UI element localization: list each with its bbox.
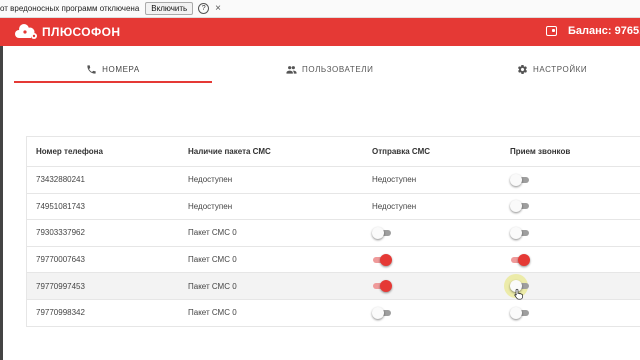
sms-status: Недоступен <box>372 201 417 211</box>
sms-toggle[interactable] <box>372 280 392 293</box>
tab-settings[interactable]: НАСТРОЙКИ <box>517 56 587 82</box>
column-header-sms-sending: Отправка СМС <box>372 147 431 156</box>
wallet-icon <box>546 26 557 36</box>
sms-toggle[interactable] <box>372 253 392 266</box>
hand-cursor-icon <box>514 288 523 300</box>
column-header-call-receiving: Прием звонков <box>510 147 571 156</box>
phone-number: 79770997453 <box>36 281 85 291</box>
tab-bar: НОМЕРА ПОЛЬЗОВАТЕЛИ НАСТРОЙКИ <box>14 56 640 83</box>
table-row: 79770997453 Пакет СМС 0 <box>27 273 640 300</box>
sms-package: Пакет СМС 0 <box>188 228 237 238</box>
table-row: 79303337962 Пакет СМС 0 <box>27 220 640 247</box>
phone-number: 79303337962 <box>36 228 85 238</box>
tab-settings-label: НАСТРОЙКИ <box>533 64 588 74</box>
app-header: ПЛЮСОФОН Баланс: 9765,5 <box>0 18 640 46</box>
balance-text: Баланс: 9765,5 <box>568 25 640 37</box>
sms-package: Недоступен <box>188 201 233 211</box>
sms-package: Недоступен <box>188 175 233 185</box>
logo[interactable]: ПЛЮСОФОН <box>14 23 120 41</box>
phone-number: 73432880241 <box>36 175 85 185</box>
table-row: 79770998342 Пакет СМС 0 <box>27 300 640 327</box>
sms-package: Пакет СМС 0 <box>188 255 237 265</box>
tab-numbers[interactable]: НОМЕРА <box>14 56 212 82</box>
sms-package: Пакет СМС 0 <box>188 281 237 291</box>
calls-toggle[interactable] <box>510 306 530 319</box>
calls-toggle[interactable] <box>510 253 530 266</box>
numbers-table: Номер телефона Наличие пакета СМС Отправ… <box>26 136 640 327</box>
phone-number: 79770007643 <box>36 255 85 265</box>
table-row: 79770007643 Пакет СМС 0 <box>27 247 640 274</box>
sms-package: Пакет СМС 0 <box>188 308 237 318</box>
window-edge <box>0 46 3 360</box>
security-notice-bar: от вредоносных программ отключена Включи… <box>0 0 640 18</box>
tab-users[interactable]: ПОЛЬЗОВАТЕЛИ <box>286 56 373 82</box>
people-icon <box>286 65 297 74</box>
phone-number: 79770998342 <box>36 308 85 318</box>
active-tab-indicator <box>14 81 212 83</box>
help-icon[interactable]: ? <box>198 3 210 14</box>
cloud-logo-icon <box>15 24 37 39</box>
calls-toggle[interactable] <box>510 200 530 213</box>
logo-text: ПЛЮСОФОН <box>42 25 121 39</box>
table-row: 73432880241 Недоступен Недоступен <box>27 167 640 194</box>
table-header: Номер телефона Наличие пакета СМС Отправ… <box>27 137 640 167</box>
enable-button[interactable]: Включить <box>145 2 194 15</box>
close-icon[interactable]: × <box>215 3 221 14</box>
sms-toggle[interactable] <box>372 226 392 239</box>
column-header-phone: Номер телефона <box>36 147 103 156</box>
notice-text: от вредоносных программ отключена <box>0 4 140 13</box>
gear-icon <box>517 64 528 74</box>
table-row: 74951081743 Недоступен Недоступен <box>27 194 640 221</box>
calls-toggle[interactable] <box>510 226 530 239</box>
column-header-sms-package: Наличие пакета СМС <box>188 147 271 156</box>
tab-numbers-label: НОМЕРА <box>102 64 140 74</box>
tab-users-label: ПОЛЬЗОВАТЕЛИ <box>302 64 374 74</box>
phone-icon <box>87 64 96 74</box>
calls-toggle[interactable] <box>510 173 530 186</box>
sms-toggle[interactable] <box>372 306 392 319</box>
sms-status: Недоступен <box>372 175 417 185</box>
phone-number: 74951081743 <box>36 201 85 211</box>
